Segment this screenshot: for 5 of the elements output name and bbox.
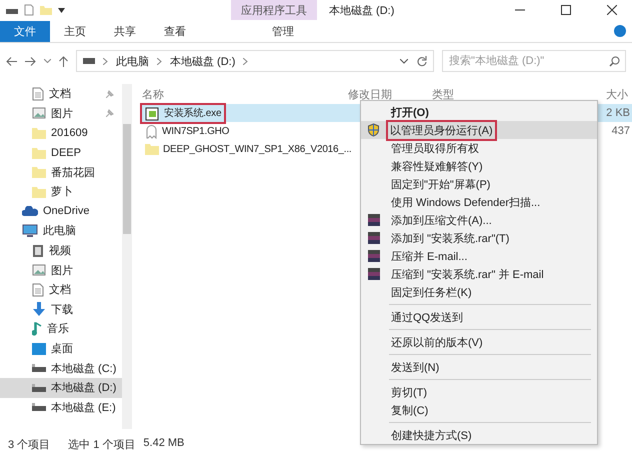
status-text: 3 个项目	[8, 438, 50, 452]
contextual-tab-header: 应用程序工具	[231, 0, 317, 20]
status-text: 选中 1 个项目	[68, 438, 136, 452]
window-title: 本地磁盘 (D:)	[329, 4, 394, 18]
status-text: 5.42 MB	[143, 437, 184, 451]
